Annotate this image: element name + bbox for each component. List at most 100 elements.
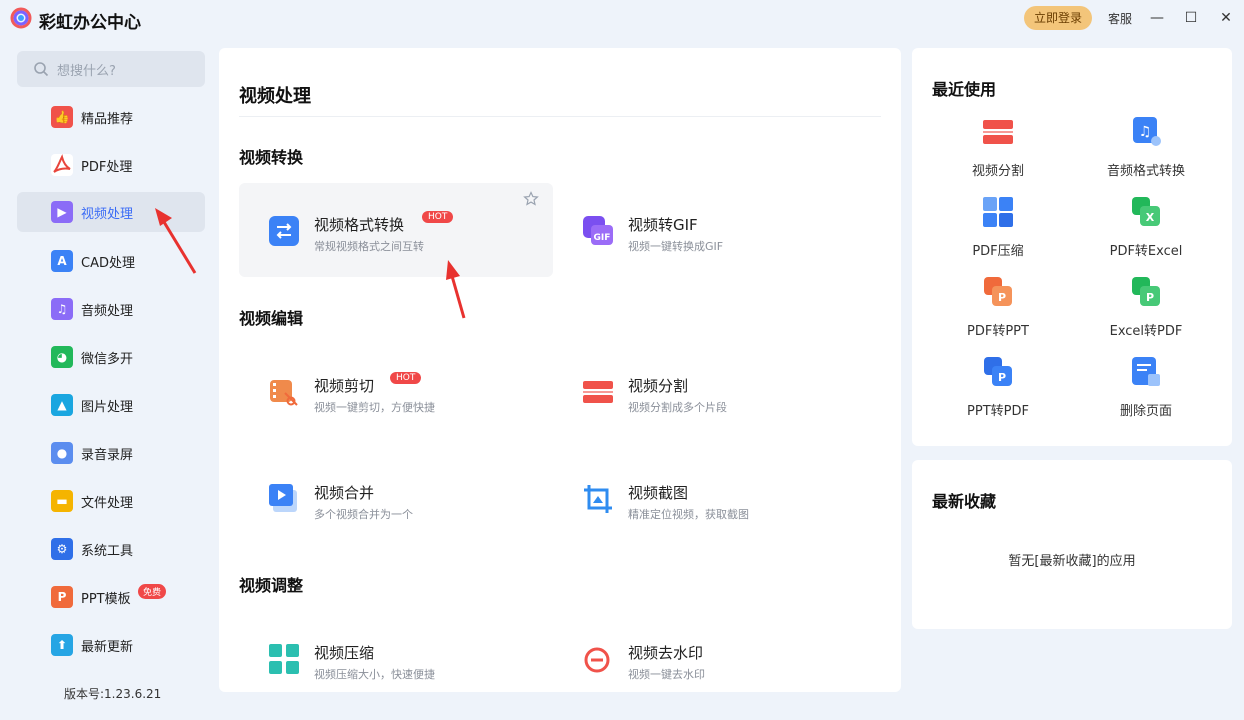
card-name: 视频截图 xyxy=(628,484,689,502)
main-panel: 视频处理 视频转换 视频格式转换 HOT 常规视频格式之间互转 GIF 视频转G… xyxy=(219,48,901,692)
sidebar-item-system-tools[interactable]: ⚙ 系统工具 xyxy=(17,529,205,569)
svg-text:GIF: GIF xyxy=(594,233,611,243)
sidebar-item-ppt-templates[interactable]: P PPT模板 免费 xyxy=(17,577,205,617)
section-title: 视频编辑 xyxy=(239,309,304,328)
tool-label: 视频分割 xyxy=(971,164,1024,179)
crop-icon xyxy=(584,485,612,513)
sidebar-item-label: 图片处理 xyxy=(81,399,134,415)
folder-icon: ▬ xyxy=(51,490,73,512)
card-name: 视频转GIF xyxy=(628,216,698,234)
card-description: 视频分割成多个片段 xyxy=(628,401,727,414)
section-title: 视频转换 xyxy=(239,148,304,167)
compress-icon xyxy=(983,197,1013,227)
convert-arrows-icon xyxy=(269,216,299,246)
title-bar: 彩虹办公中心 立即登录 客服 — ☐ ✕ xyxy=(0,0,1244,36)
sidebar-item-label: CAD处理 xyxy=(81,255,135,271)
tool-label: Excel转PDF xyxy=(1109,324,1183,339)
card-name: 视频合并 xyxy=(314,484,375,502)
tool-card-video-cut[interactable]: 视频剪切 HOT 视频一键剪切，方便快捷 xyxy=(239,344,553,438)
tool-label: 音频格式转换 xyxy=(1106,164,1185,179)
svg-text:P: P xyxy=(998,371,1006,384)
favorites-title: 最新收藏 xyxy=(932,492,997,511)
gear-icon: ⚙ xyxy=(51,538,73,560)
split-icon xyxy=(983,120,1013,144)
sidebar-item-image[interactable]: ▲ 图片处理 xyxy=(17,385,205,425)
sidebar-item-label: 视频处理 xyxy=(81,206,134,222)
tool-card-video-compress[interactable]: 视频压缩 视频压缩大小，快速便捷 xyxy=(239,611,553,692)
recent-tool-delete-pages[interactable]: 删除页面 xyxy=(1076,356,1216,426)
pdf-icon xyxy=(51,154,73,176)
customer-service-link[interactable]: 客服 xyxy=(1108,10,1132,27)
svg-text:♫: ♫ xyxy=(1139,124,1152,140)
search-placeholder: 想搜什么? xyxy=(57,63,116,79)
sidebar-item-pdf[interactable]: PDF处理 xyxy=(17,145,205,185)
tool-label: PPT转PDF xyxy=(967,404,1029,419)
tool-card-video-screenshot[interactable]: 视频截图 精准定位视频，获取截图 xyxy=(553,451,867,545)
sidebar-item-label: 系统工具 xyxy=(81,543,134,559)
app-title: 彩虹办公中心 xyxy=(39,13,141,33)
sidebar-item-label: 录音录屏 xyxy=(81,447,134,463)
tool-card-video-split[interactable]: 视频分割 视频分割成多个片段 xyxy=(553,344,867,438)
sidebar-item-label: PDF处理 xyxy=(81,159,133,175)
tool-card-video-watermark-remove[interactable]: 视频去水印 视频一键去水印 xyxy=(553,611,867,692)
star-icon[interactable] xyxy=(523,191,539,207)
tool-card-video-merge[interactable]: 视频合并 多个视频合并为一个 xyxy=(239,451,553,545)
card-description: 常规视频格式之间互转 xyxy=(314,240,424,253)
card-name: 视频剪切 xyxy=(314,377,375,395)
ppt-icon: P xyxy=(51,586,73,608)
sidebar-item-label: 微信多开 xyxy=(81,351,134,367)
tool-label: PDF转PPT xyxy=(967,324,1029,339)
sidebar-item-files[interactable]: ▬ 文件处理 xyxy=(17,481,205,521)
sidebar-item-featured[interactable]: 👍 精品推荐 xyxy=(17,97,205,137)
sidebar-item-label: 最新更新 xyxy=(81,639,134,655)
sidebar-item-updates[interactable]: ⬆ 最新更新 xyxy=(17,625,205,665)
card-description: 视频压缩大小，快速便捷 xyxy=(314,668,435,681)
upload-arrow-icon: ⬆ xyxy=(51,634,73,656)
sidebar-item-label: 音频处理 xyxy=(81,303,134,319)
search-input[interactable]: 想搜什么? xyxy=(17,51,205,87)
tool-card-video-to-gif[interactable]: GIF 视频转GIF 视频一键转换成GIF xyxy=(553,183,867,277)
minimize-icon[interactable]: — xyxy=(1145,6,1169,30)
sidebar-item-audio[interactable]: ♫ 音频处理 xyxy=(17,289,205,329)
merge-icon xyxy=(269,484,297,512)
card-name: 视频分割 xyxy=(628,377,689,395)
tool-label: PDF转Excel xyxy=(1109,244,1183,259)
divider xyxy=(239,116,881,117)
play-icon: ▶ xyxy=(51,201,73,223)
card-description: 精准定位视频，获取截图 xyxy=(628,508,749,521)
cad-icon: A xyxy=(51,250,73,272)
section-title: 视频调整 xyxy=(239,576,304,595)
sidebar-item-wechat[interactable]: ◕ 微信多开 xyxy=(17,337,205,377)
recent-tool-ppt-to-pdf[interactable]: P PPT转PDF xyxy=(928,356,1068,426)
recent-tool-pdf-to-ppt[interactable]: P PDF转PPT xyxy=(928,276,1068,346)
recent-tool-pdf-compress[interactable]: PDF压缩 xyxy=(928,196,1068,266)
tool-label: 删除页面 xyxy=(1119,404,1172,419)
microphone-icon: ● xyxy=(51,442,73,464)
svg-text:P: P xyxy=(998,291,1006,304)
favorites-panel: 最新收藏 暂无[最新收藏]的应用 xyxy=(912,460,1232,629)
recent-tool-excel-to-pdf[interactable]: P Excel转PDF xyxy=(1076,276,1216,346)
excel-to-pdf-icon: P xyxy=(1132,277,1160,306)
version-label: 版本号:1.23.6.21 xyxy=(64,687,162,701)
ppt-icon: P xyxy=(984,277,1012,306)
recent-panel: 最近使用 视频分割 ♫ 音频格式转换 PDF压缩 X PDF转Excel P P… xyxy=(912,48,1232,446)
wechat-icon: ◕ xyxy=(51,346,73,368)
tool-card-video-format-convert[interactable]: 视频格式转换 HOT 常规视频格式之间互转 xyxy=(239,183,553,277)
maximize-icon[interactable]: ☐ xyxy=(1179,6,1203,30)
recent-tool-video-split[interactable]: 视频分割 xyxy=(928,116,1068,186)
tool-label: PDF压缩 xyxy=(972,244,1024,259)
recent-tool-pdf-to-excel[interactable]: X PDF转Excel xyxy=(1076,196,1216,266)
image-icon: ▲ xyxy=(51,394,73,416)
sidebar-item-recording[interactable]: ● 录音录屏 xyxy=(17,433,205,473)
svg-text:P: P xyxy=(1146,291,1154,304)
thumbs-up-icon: 👍 xyxy=(51,106,73,128)
sidebar-item-label: 精品推荐 xyxy=(81,111,134,127)
close-icon[interactable]: ✕ xyxy=(1214,6,1238,30)
recent-tool-audio-format-convert[interactable]: ♫ 音频格式转换 xyxy=(1076,116,1216,186)
excel-icon: X xyxy=(1132,197,1160,226)
rainbow-logo-icon xyxy=(10,7,32,29)
login-button[interactable]: 立即登录 xyxy=(1024,6,1092,30)
split-icon xyxy=(583,381,613,403)
delete-page-icon xyxy=(1132,357,1160,386)
gif-icon: GIF xyxy=(583,216,613,245)
